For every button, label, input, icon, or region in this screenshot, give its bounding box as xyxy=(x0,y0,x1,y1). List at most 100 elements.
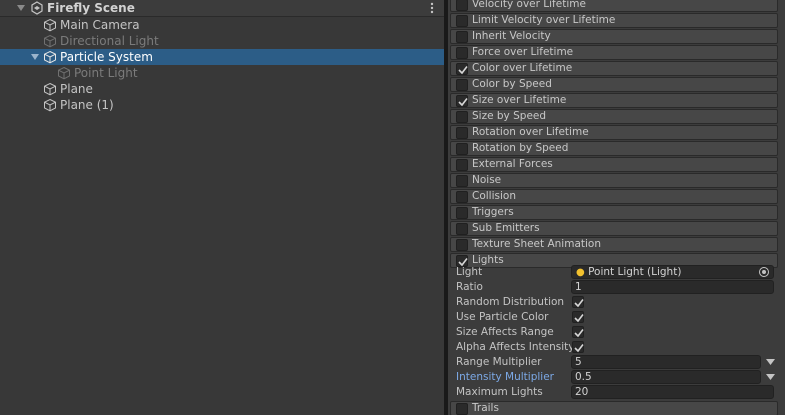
module-texture-sheet-animation[interactable]: Texture Sheet Animation xyxy=(450,237,778,252)
hierarchy-item-label: Plane xyxy=(60,82,93,96)
module-trails[interactable]: Trails xyxy=(450,401,778,415)
module-label: Color over Lifetime xyxy=(472,62,573,74)
module-checkbox[interactable] xyxy=(456,63,468,75)
module-checkbox[interactable] xyxy=(456,111,468,123)
checkmark-icon xyxy=(574,329,584,338)
module-trails-checkbox[interactable] xyxy=(456,403,468,415)
curve-dropdown-arrow-icon[interactable] xyxy=(766,374,775,380)
module-checkbox[interactable] xyxy=(456,207,468,219)
hierarchy-item-plane[interactable]: Plane xyxy=(0,81,444,97)
module-external-forces[interactable]: External Forces xyxy=(450,157,778,172)
hierarchy-item-plane-1[interactable]: Plane (1) xyxy=(0,97,444,113)
more-options-icon[interactable] xyxy=(428,2,436,14)
curve-dropdown-arrow-icon[interactable] xyxy=(766,359,775,365)
module-checkbox[interactable] xyxy=(456,79,468,91)
module-checkbox[interactable] xyxy=(456,159,468,171)
hierarchy-item-label: Particle System xyxy=(60,50,153,64)
module-label: Rotation over Lifetime xyxy=(472,126,589,138)
module-label: Collision xyxy=(472,190,516,202)
gameobject-cube-icon xyxy=(43,82,57,96)
module-label: Size by Speed xyxy=(472,110,547,122)
hierarchy-item-label: Directional Light xyxy=(60,34,159,48)
random-distribution-label: Random Distribution xyxy=(456,296,565,308)
object-picker-icon[interactable] xyxy=(759,267,769,277)
scene-title: Firefly Scene xyxy=(47,1,135,15)
inspector-panel: Velocity over Lifetime Limit Velocity ove… xyxy=(448,0,785,415)
hierarchy-item-particle-system[interactable]: Particle System xyxy=(0,49,444,65)
scene-header[interactable]: Firefly Scene xyxy=(0,0,444,17)
light-object-field[interactable]: ● Point Light (Light) xyxy=(571,265,774,279)
module-label: Force over Lifetime xyxy=(472,46,574,58)
module-color-over-lifetime[interactable]: Color over Lifetime xyxy=(450,61,778,76)
module-label: External Forces xyxy=(472,158,553,170)
hierarchy-panel: Firefly Scene Main Camera Directional Li… xyxy=(0,0,444,415)
module-color-by-speed[interactable]: Color by Speed xyxy=(450,77,778,92)
module-force-over-lifetime[interactable]: Force over Lifetime xyxy=(450,45,778,60)
alpha-affects-intensity-checkbox[interactable] xyxy=(572,341,584,353)
range-multiplier-field[interactable]: 5 xyxy=(571,355,761,369)
gameobject-cube-icon xyxy=(43,98,57,112)
module-label: Velocity over Lifetime xyxy=(472,0,586,10)
module-checkbox[interactable] xyxy=(456,143,468,155)
foldout-expanded-icon[interactable] xyxy=(17,4,25,12)
module-rotation-over-lifetime[interactable]: Rotation over Lifetime xyxy=(450,125,778,140)
module-trails-label: Trails xyxy=(472,402,499,414)
module-label: Triggers xyxy=(472,206,514,218)
light-object-value: Point Light (Light) xyxy=(588,266,682,278)
module-label: Color by Speed xyxy=(472,78,552,90)
unity-scene-icon xyxy=(30,1,44,15)
module-size-by-speed[interactable]: Size by Speed xyxy=(450,109,778,124)
intensity-multiplier-label: Intensity Multiplier xyxy=(456,371,554,383)
use-particle-color-label: Use Particle Color xyxy=(456,311,549,323)
hierarchy-item-directional-light[interactable]: Directional Light xyxy=(0,33,444,49)
light-bulb-icon: ● xyxy=(576,267,585,278)
module-size-over-lifetime[interactable]: Size over Lifetime xyxy=(450,93,778,108)
module-checkbox[interactable] xyxy=(456,15,468,27)
checkmark-icon xyxy=(574,314,584,323)
ratio-label: Ratio xyxy=(456,281,483,293)
hierarchy-item-label: Point Light xyxy=(74,66,138,80)
module-checkbox[interactable] xyxy=(456,175,468,187)
module-triggers[interactable]: Triggers xyxy=(450,205,778,220)
checkmark-icon xyxy=(458,98,468,107)
ratio-field[interactable]: 1 xyxy=(571,280,774,294)
module-label: Inherit Velocity xyxy=(472,30,551,42)
gameobject-cube-icon xyxy=(43,34,57,48)
module-checkbox[interactable] xyxy=(456,223,468,235)
maximum-lights-field[interactable]: 20 xyxy=(571,385,774,399)
use-particle-color-checkbox[interactable] xyxy=(572,311,584,323)
module-checkbox[interactable] xyxy=(456,0,468,11)
gameobject-cube-icon xyxy=(57,66,71,80)
gameobject-cube-icon xyxy=(43,50,57,64)
module-inherit-velocity[interactable]: Inherit Velocity xyxy=(450,29,778,44)
random-distribution-checkbox[interactable] xyxy=(572,296,584,308)
module-limit-velocity-over-lifetime[interactable]: Limit Velocity over Lifetime xyxy=(450,13,778,28)
alpha-affects-intensity-label: Alpha Affects Intensity xyxy=(456,341,575,353)
module-velocity-over-lifetime[interactable]: Velocity over Lifetime xyxy=(450,0,778,12)
module-checkbox[interactable] xyxy=(456,95,468,107)
light-label: Light xyxy=(456,266,483,278)
module-checkbox[interactable] xyxy=(456,127,468,139)
module-checkbox[interactable] xyxy=(456,47,468,59)
hierarchy-item-label: Main Camera xyxy=(60,18,140,32)
module-noise[interactable]: Noise xyxy=(450,173,778,188)
module-checkbox[interactable] xyxy=(456,31,468,43)
hierarchy-item-point-light[interactable]: Point Light xyxy=(0,65,444,81)
checkmark-icon xyxy=(458,66,468,75)
module-sub-emitters[interactable]: Sub Emitters xyxy=(450,221,778,236)
range-multiplier-label: Range Multiplier xyxy=(456,356,542,368)
module-checkbox[interactable] xyxy=(456,239,468,251)
module-rotation-by-speed[interactable]: Rotation by Speed xyxy=(450,141,778,156)
hierarchy-item-main-camera[interactable]: Main Camera xyxy=(0,17,444,33)
module-label: Limit Velocity over Lifetime xyxy=(472,14,616,26)
module-label: Sub Emitters xyxy=(472,222,540,234)
size-affects-range-label: Size Affects Range xyxy=(456,326,554,338)
size-affects-range-checkbox[interactable] xyxy=(572,326,584,338)
checkmark-icon xyxy=(574,299,584,308)
gameobject-cube-icon xyxy=(43,18,57,32)
intensity-multiplier-field[interactable]: 0.5 xyxy=(571,370,761,384)
module-checkbox[interactable] xyxy=(456,191,468,203)
hierarchy-item-label: Plane (1) xyxy=(60,98,114,112)
foldout-expanded-icon[interactable] xyxy=(31,53,39,61)
module-collision[interactable]: Collision xyxy=(450,189,778,204)
